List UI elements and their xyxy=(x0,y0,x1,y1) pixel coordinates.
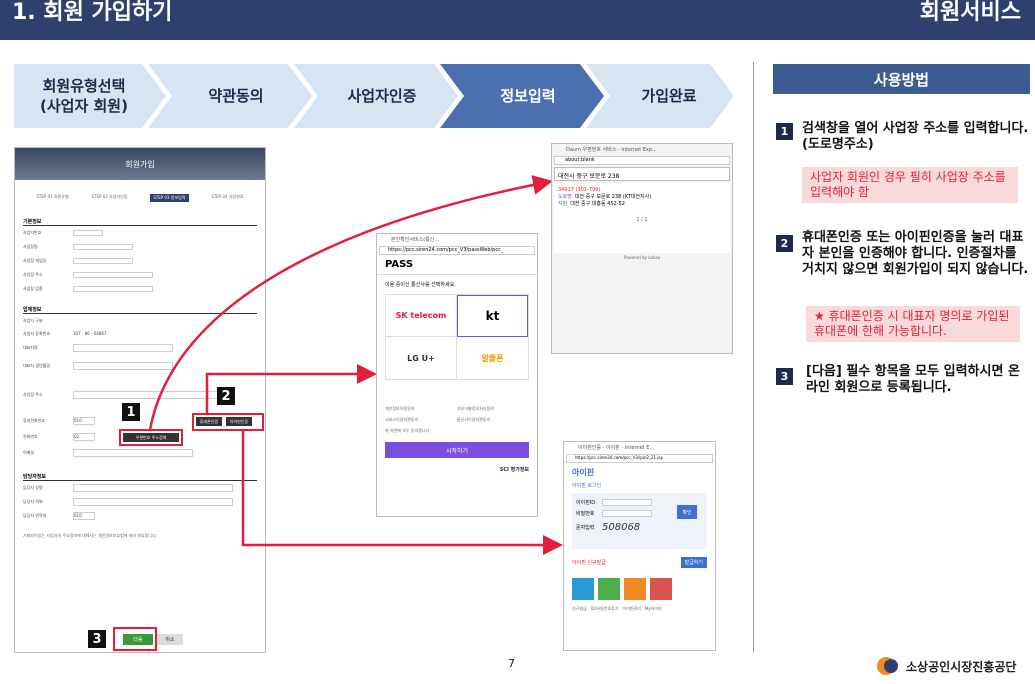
ipin-window-title: 아이핀인증 - 아이핀 - Internet E... xyxy=(578,445,655,451)
ipin-login-label: 아이핀 로그인 xyxy=(572,483,602,489)
ipin-popup: 아이핀인증 - 아이핀 - Internet E... https://pcc.… xyxy=(563,441,716,651)
pass-start-button[interactable]: 시작하기 xyxy=(385,442,529,458)
ipin-new-label: 아이핀 신규발급 xyxy=(572,560,606,566)
pass-footer: SCI 평가정보 xyxy=(499,467,529,473)
jibun-tag: 지번 xyxy=(558,201,568,207)
guide-text-3: [다음] 필수 항목을 모두 입력하시면 온라인 회원으로 등록됩니다. xyxy=(806,364,1020,395)
daum-jibun-address[interactable]: 대전 중구 대흥동 452-52 xyxy=(570,200,625,207)
guide-note-1: 사업자 회원인 경우 필히 사업장 주소를 입력해야 함 xyxy=(802,167,1018,203)
carrier-sk[interactable]: SK telecom xyxy=(386,295,457,337)
daum-search-input[interactable]: 대전시 중구 보문로 238 xyxy=(554,167,730,181)
ipin-pw-label: 비밀번호 xyxy=(576,511,595,517)
org-logo-icon xyxy=(877,657,898,675)
guide-num-1: 1 xyxy=(776,123,793,140)
pass-window-title: 본인확인서비스(통신... xyxy=(391,237,440,243)
agree-all[interactable]: 위 약관에 모두 동의합니다 xyxy=(385,428,457,434)
agree-item[interactable]: 서비스이용약관동의 xyxy=(385,417,457,423)
carrier-kt[interactable]: kt xyxy=(457,295,528,337)
ipin-tile-1[interactable] xyxy=(572,578,594,600)
org-logo: 소상공인시장진흥공단 xyxy=(876,656,1016,676)
ipin-captcha-label: 문자입력 xyxy=(576,524,595,531)
ipin-tile-4[interactable] xyxy=(650,578,672,600)
vertical-divider xyxy=(753,62,754,652)
pass-prompt: 이용 중이신 통신사를 선택하세요. xyxy=(385,282,456,288)
carrier-lgu[interactable]: LG U+ xyxy=(386,337,457,379)
daum-address-bar[interactable]: about:blank xyxy=(554,156,730,165)
org-name: 소상공인시장진흥공단 xyxy=(906,659,1017,674)
carrier-mvno[interactable]: 알뜰폰 xyxy=(457,337,528,379)
ipin-menu-item[interactable]: 아이핀관리 xyxy=(622,606,640,612)
pass-brand: PASS xyxy=(377,255,537,275)
pass-popup: 본인확인서비스(통신... https://pcc.siren24.com/pc… xyxy=(376,233,538,517)
page-number: 7 xyxy=(508,657,515,670)
arrow-to-pass xyxy=(205,364,377,413)
daum-pager: 1 / 1 xyxy=(636,217,648,223)
ipin-id-input[interactable] xyxy=(602,499,652,506)
road-tag: 도로명 xyxy=(558,194,572,200)
ipin-tile-2[interactable] xyxy=(598,578,620,600)
ipin-menu-item[interactable]: 신규발급 xyxy=(572,606,587,612)
guide-text-1: 검색창을 열어 사업장 주소를 입력합니다. (도로명주소) xyxy=(802,121,1029,152)
ipin-confirm-button[interactable]: 확인 xyxy=(677,505,697,519)
ipin-menu-item[interactable]: ID/비밀번호찾기 xyxy=(591,606,619,612)
guide-num-3: 3 xyxy=(776,368,793,385)
ipin-tile-3[interactable] xyxy=(624,578,646,600)
agree-item[interactable]: 통신사이용약관동의 xyxy=(457,417,529,423)
ipin-captcha: 508068 xyxy=(602,521,641,533)
ipin-brand: 아이핀 xyxy=(572,468,595,477)
agree-item[interactable]: 고유식별정보처리동의 xyxy=(457,406,529,412)
daum-road-address[interactable]: 대전 중구 보문로 238 (KT대전지사) xyxy=(575,193,651,200)
daum-popup: Daum 우편번호 서비스 - Internet Exp... about:bl… xyxy=(551,143,733,354)
ipin-pw-input[interactable] xyxy=(602,510,652,517)
guide-num-2: 2 xyxy=(776,235,793,252)
daum-powered: Powered by kakao xyxy=(623,255,661,260)
guide-header: 사용방법 xyxy=(773,64,1030,94)
ipin-issue-button[interactable]: 발급하기 xyxy=(680,557,707,568)
agree-item[interactable]: 개인정보이용동의 xyxy=(385,406,457,412)
guide-note-2: ★ 휴대폰인증 시 대표자 명의로 가입된 휴대폰에 한해 가능합니다. xyxy=(806,306,1020,342)
daum-window-title: Daum 우편번호 서비스 - Internet Exp... xyxy=(566,147,657,153)
pass-url[interactable]: https://pcc.siren24.com/pcc_V3/passWeb/p… xyxy=(379,246,535,255)
ipin-menu-item[interactable]: My아이핀 xyxy=(645,606,662,612)
guide-text-2: 휴대폰인증 또는 아이핀인증을 눌러 대표자 본인을 인증해야 합니다. 인증절… xyxy=(802,230,1029,277)
ipin-id-label: 아이핀ID xyxy=(576,500,596,506)
ipin-url[interactable]: https://pcc.siren24.com/pcc_V3/ipin2_21.… xyxy=(566,454,713,463)
